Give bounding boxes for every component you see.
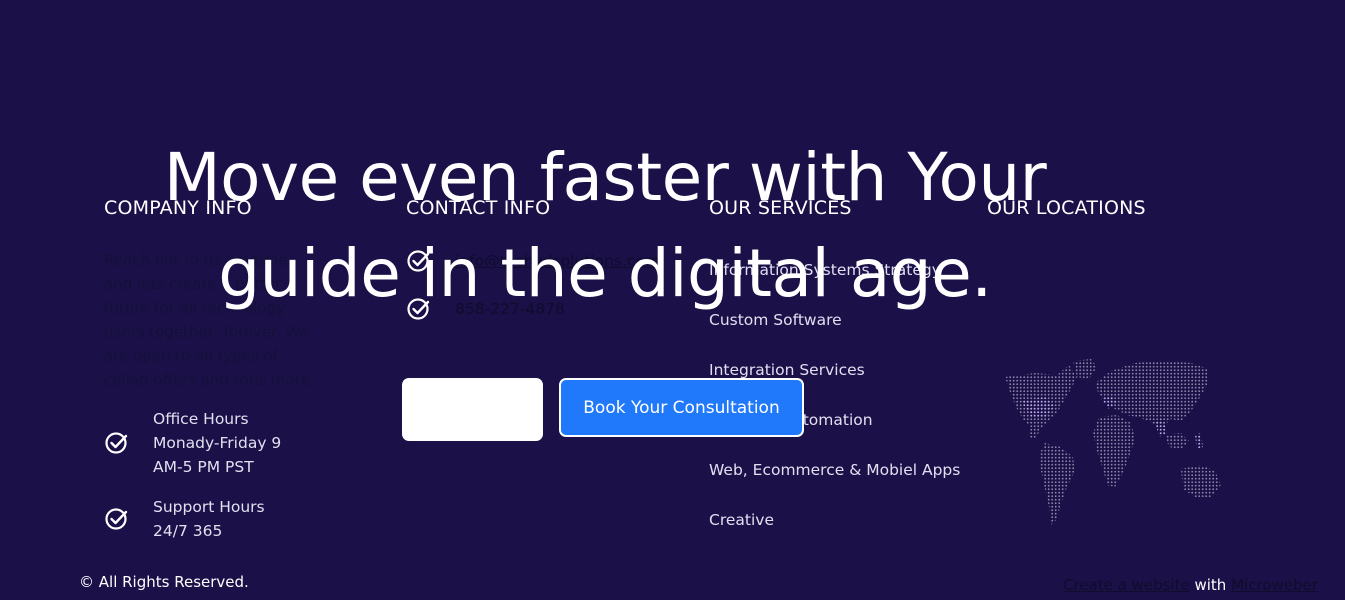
office-hours-label: Office Hours [153,410,249,428]
support-hours-row: Support Hours 24/7 365 [104,495,315,543]
copyright-text: © All Rights Reserved. [79,573,249,591]
hero-title: Move even faster with Your guide in the … [155,130,1055,322]
office-hours-text: Office Hours Monady-Friday 9 AM-5 PM PST [153,407,315,479]
credit-with-text: with [1194,576,1227,594]
support-hours-label: Support Hours [153,498,265,516]
service-item[interactable]: Creative [709,510,960,560]
office-hours-value: Monady-Friday 9 AM-5 PM PST [153,434,282,476]
world-map-icon [1005,359,1221,525]
check-circle-icon [104,430,130,456]
check-circle-icon [104,506,130,532]
support-hours-value: 24/7 365 [153,522,223,540]
hero-title-line-1: Move even faster with Your [163,139,1047,216]
create-website-link[interactable]: Create a website [1063,576,1190,594]
hero-title-line-2: guide in the digital age. [218,235,992,312]
office-hours-row: Office Hours Monady-Friday 9 AM-5 PM PST [104,407,315,479]
book-consultation-button[interactable]: Book Your Consultation [559,378,804,437]
support-hours-text: Support Hours 24/7 365 [153,495,315,543]
site-credit: Create a website with Microweber [1063,576,1318,594]
service-item[interactable]: Web, Ecommerce & Mobiel Apps [709,460,960,510]
microweber-link[interactable]: Microweber [1231,576,1318,594]
secondary-cta-button[interactable] [402,378,543,441]
